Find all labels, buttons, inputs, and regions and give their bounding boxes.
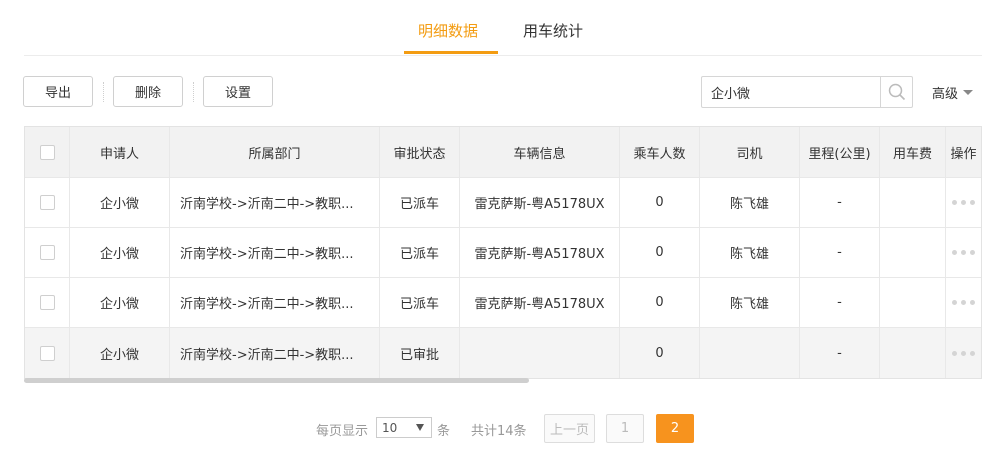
search-icon [888,83,905,101]
page-button-2[interactable]: 2 [656,414,694,443]
search-box [701,76,913,108]
passengers-cell: 0 [620,178,700,227]
settings-button[interactable]: 设置 [203,76,273,107]
applicant-cell: 企小微 [70,278,170,327]
applicant-cell: 企小微 [70,178,170,227]
more-actions-icon[interactable] [952,350,975,356]
driver-cell [700,328,800,378]
tab-detail-data[interactable]: 明细数据 [418,20,478,41]
advanced-label: 高级 [932,87,959,102]
more-actions-icon[interactable] [952,250,975,255]
status-cell: 已派车 [380,278,460,327]
department-cell: 沂南学校->沂南二中->教职... [170,228,380,277]
search-button[interactable] [880,77,912,107]
passengers-cell: 0 [620,278,700,327]
header-status[interactable]: 审批状态 [380,127,460,177]
detail-table: 申请人 所属部门 审批状态 车辆信息 乘车人数 司机 里程(公里) 用车费 操作… [24,126,982,379]
mileage-cell: - [800,328,880,378]
row-checkbox[interactable] [39,245,55,260]
vehicle-cell [460,328,620,378]
vehicle-cell: 雷克萨斯-粤A5178UX [460,278,620,327]
status-cell: 已审批 [380,328,460,378]
total-count: 共计14条 [471,424,527,439]
per-page-unit: 条 [437,424,451,439]
table-row[interactable]: 企小微 沂南学校->沂南二中->教职... 已审批 0 - [25,328,981,378]
dropdown-arrow-icon [416,424,424,431]
select-cell [25,328,70,378]
search-input[interactable] [702,77,880,107]
more-actions-icon[interactable] [952,300,975,305]
per-page-select[interactable]: 10 [376,417,432,438]
toolbar-divider [193,82,194,102]
vehicle-cell: 雷克萨斯-粤A5178UX [460,228,620,277]
tab-vehicle-statistics[interactable]: 用车统计 [523,20,583,41]
row-checkbox[interactable] [39,195,55,210]
header-passengers[interactable]: 乘车人数 [620,127,700,177]
header-vehicle[interactable]: 车辆信息 [460,127,620,177]
driver-cell: 陈飞雄 [700,178,800,227]
fee-cell [880,328,946,378]
mileage-cell: - [800,278,880,327]
mileage-cell: - [800,178,880,227]
row-checkbox[interactable] [39,295,55,310]
fee-cell [880,178,946,227]
driver-cell: 陈飞雄 [700,228,800,277]
status-cell: 已派车 [380,228,460,277]
table-row[interactable]: 企小微 沂南学校->沂南二中->教职... 已派车 雷克萨斯-粤A5178UX … [25,278,981,328]
actions-cell [946,328,981,378]
toolbar-divider [103,82,104,102]
select-all-checkbox[interactable] [39,144,55,160]
header-fee[interactable]: 用车费 [880,127,946,177]
table-row[interactable]: 企小微 沂南学校->沂南二中->教职... 已派车 雷克萨斯-粤A5178UX … [25,178,981,228]
per-page-label: 每页显示 [316,424,369,439]
passengers-cell: 0 [620,328,700,378]
department-cell: 沂南学校->沂南二中->教职... [170,328,380,378]
header-mileage[interactable]: 里程(公里) [800,127,880,177]
active-tab-indicator [404,51,498,54]
status-cell: 已派车 [380,178,460,227]
table-row[interactable]: 企小微 沂南学校->沂南二中->教职... 已派车 雷克萨斯-粤A5178UX … [25,228,981,278]
delete-button[interactable]: 删除 [113,76,183,107]
select-cell [25,278,70,327]
passengers-cell: 0 [620,228,700,277]
header-applicant[interactable]: 申请人 [70,127,170,177]
per-page-value: 10 [382,420,398,435]
actions-cell [946,278,981,327]
department-cell: 沂南学校->沂南二中->教职... [170,178,380,227]
caret-down-icon [963,90,974,95]
horizontal-scrollbar[interactable] [24,378,529,383]
fee-cell [880,228,946,277]
header-select-all-cell [25,127,70,177]
driver-cell: 陈飞雄 [700,278,800,327]
applicant-cell: 企小微 [70,328,170,378]
table-header-row: 申请人 所属部门 审批状态 车辆信息 乘车人数 司机 里程(公里) 用车费 操作 [25,127,981,178]
actions-cell [946,178,981,227]
row-checkbox[interactable] [39,345,55,361]
header-driver[interactable]: 司机 [700,127,800,177]
prev-page-button[interactable]: 上一页 [544,414,595,443]
more-actions-icon[interactable] [952,200,975,205]
page-button-1[interactable]: 1 [606,414,644,443]
applicant-cell: 企小微 [70,228,170,277]
select-cell [25,178,70,227]
vehicle-cell: 雷克萨斯-粤A5178UX [460,178,620,227]
header-department[interactable]: 所属部门 [170,127,380,177]
header-actions: 操作 [950,146,977,162]
department-cell: 沂南学校->沂南二中->教职... [170,278,380,327]
mileage-cell: - [800,228,880,277]
advanced-filter-toggle[interactable]: 高级 [932,83,974,102]
fee-cell [880,278,946,327]
export-button[interactable]: 导出 [23,76,93,107]
tab-bar: 明细数据 用车统计 [24,0,982,56]
actions-cell [946,228,981,277]
select-cell [25,228,70,277]
